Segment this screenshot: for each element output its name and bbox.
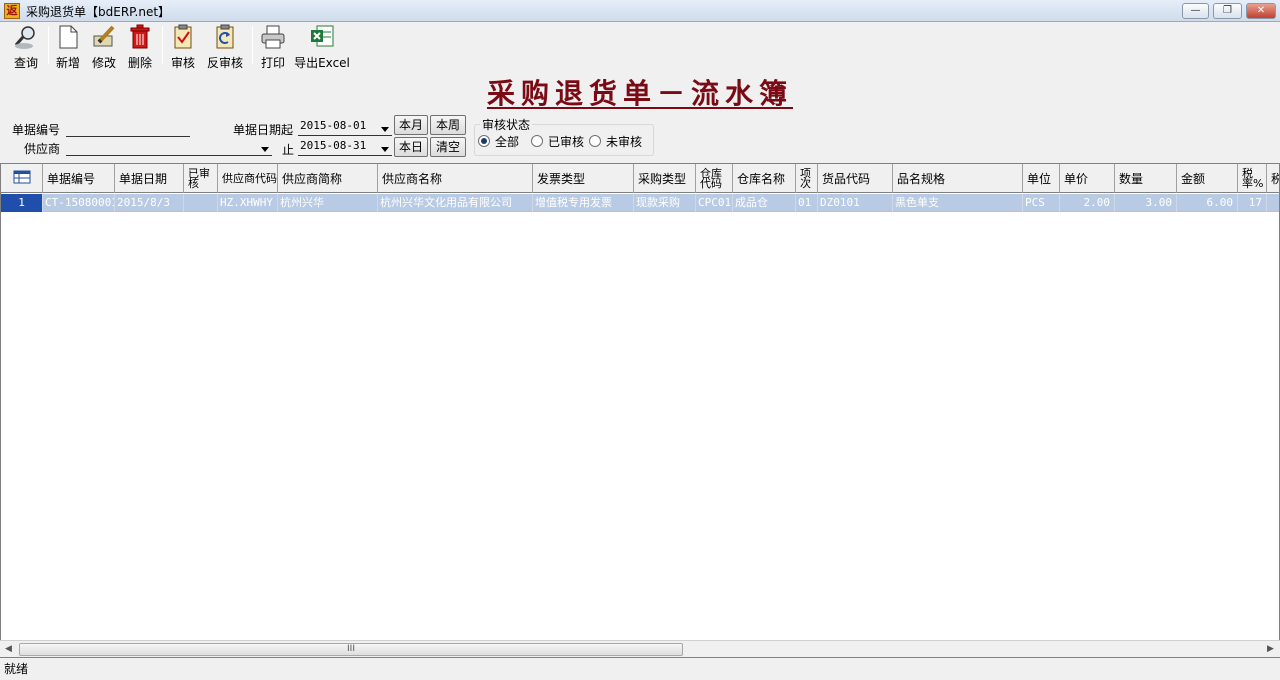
col-supplier-short[interactable]: 供应商简称 (278, 164, 378, 193)
chevron-down-icon[interactable] (261, 147, 269, 152)
col-item-spec[interactable]: 品名规格 (893, 164, 1023, 193)
audit-status-label: 审核状态 (480, 116, 533, 133)
col-supplier-name[interactable]: 供应商名称 (378, 164, 533, 193)
status-text: 就绪 (4, 662, 29, 676)
date-to-label: 止 (282, 143, 295, 157)
cell-supplier-short: 杭州兴华 (278, 194, 378, 212)
cell-amount: 6.00 (1177, 194, 1238, 212)
grid-header: 单据编号 单据日期 已审核 供应商代码 供应商简称 供应商名称 发票类型 采购类… (1, 164, 1279, 193)
toolbar-separator (252, 26, 253, 64)
search-icon (13, 24, 39, 50)
window-titlebar: 返 采购退货单【bdERP.net】 — ❐ ✕ (0, 0, 1280, 22)
cell-qty: 3.00 (1115, 194, 1177, 212)
cell-audited (184, 194, 218, 212)
grid-icon (13, 170, 31, 187)
col-audited[interactable]: 已审核 (184, 164, 218, 193)
radio-unaudited-label[interactable]: 未审核 (606, 133, 642, 150)
date-from-field[interactable]: 2015-08-01 (298, 118, 392, 136)
col-unit[interactable]: 单位 (1023, 164, 1060, 193)
trash-icon (127, 24, 153, 50)
scroll-right-icon[interactable]: ▶ (1267, 644, 1274, 654)
minimize-button[interactable]: — (1182, 3, 1209, 19)
delete-button[interactable]: 删除 (125, 24, 155, 70)
cell-line-no: 01 (796, 194, 818, 212)
new-button[interactable]: 新增 (53, 24, 83, 70)
doc-no-input[interactable] (66, 121, 190, 137)
horizontal-scrollbar[interactable]: ◀ III ▶ (0, 640, 1280, 657)
query-button[interactable]: 查询 (8, 24, 44, 70)
radio-unaudited[interactable] (589, 135, 601, 147)
this-month-button[interactable]: 本月 (394, 115, 428, 135)
cell-purchase-type: 现款采购 (634, 194, 696, 212)
scroll-thumb[interactable]: III (19, 643, 683, 656)
cell-invoice-type: 增值税专用发票 (533, 194, 634, 212)
edit-button[interactable]: 修改 (89, 24, 119, 70)
unaudit-clipboard-icon (212, 24, 238, 50)
supplier-select[interactable] (66, 140, 272, 156)
audit-button[interactable]: 审核 (168, 24, 198, 70)
cell-doc-date: 2015/8/3 (115, 194, 184, 212)
col-invoice-type[interactable]: 发票类型 (533, 164, 634, 193)
toolbar: 查询 新增 修改 删除 审核 反审核 打印 导出Excel (0, 22, 1280, 70)
radio-audited-label[interactable]: 已审核 (548, 133, 584, 150)
col-warehouse-code[interactable]: 仓库代码 (696, 164, 733, 193)
col-tax-rate[interactable]: 税率% (1238, 164, 1267, 193)
row-index: 1 (1, 194, 43, 212)
toolbar-separator (48, 26, 49, 64)
cell-item-code: DZ0101 (818, 194, 893, 212)
cell-price: 2.00 (1060, 194, 1115, 212)
edit-icon (91, 24, 117, 50)
chevron-down-icon[interactable] (381, 147, 389, 152)
chevron-down-icon[interactable] (381, 127, 389, 132)
clear-button[interactable]: 清空 (430, 137, 466, 157)
col-tax[interactable]: 税 (1267, 164, 1279, 193)
status-bar: 就绪 (0, 658, 1280, 680)
cell-supplier-code: HZ.XHWHY (218, 194, 278, 212)
table-row[interactable]: 1 CT-15080001 2015/8/3 HZ.XHWHY 杭州兴华 杭州兴… (1, 194, 1279, 212)
excel-icon (309, 24, 335, 50)
col-amount[interactable]: 金额 (1177, 164, 1238, 193)
col-line-no[interactable]: 项次 (796, 164, 818, 193)
cell-supplier-name: 杭州兴华文化用品有限公司 (378, 194, 533, 212)
audit-clipboard-icon (170, 24, 196, 50)
col-qty[interactable]: 数量 (1115, 164, 1177, 193)
cell-warehouse-code: CPC01 (696, 194, 733, 212)
radio-all[interactable] (478, 135, 490, 147)
supplier-label: 供应商 (24, 142, 61, 156)
app-icon: 返 (4, 3, 20, 19)
unaudit-button[interactable]: 反审核 (205, 24, 245, 70)
cell-warehouse-name: 成品仓 (733, 194, 796, 212)
cell-item-spec: 黑色单支 (893, 194, 1023, 212)
this-week-button[interactable]: 本周 (430, 115, 466, 135)
cell-doc-no: CT-15080001 (43, 194, 115, 212)
export-excel-button[interactable]: 导出Excel (294, 24, 350, 70)
col-item-code[interactable]: 货品代码 (818, 164, 893, 193)
col-price[interactable]: 单价 (1060, 164, 1115, 193)
toolbar-separator (162, 26, 163, 64)
scroll-left-icon[interactable]: ◀ (5, 644, 12, 654)
col-doc-date[interactable]: 单据日期 (115, 164, 184, 193)
radio-audited[interactable] (531, 135, 543, 147)
col-doc-no[interactable]: 单据编号 (43, 164, 115, 193)
today-button[interactable]: 本日 (394, 137, 428, 157)
doc-no-label: 单据编号 (12, 123, 61, 137)
printer-icon (260, 24, 286, 50)
date-to-field[interactable]: 2015-08-31 (298, 138, 392, 156)
maximize-button[interactable]: ❐ (1213, 3, 1242, 19)
cell-tax-rate: 17 (1238, 194, 1267, 212)
new-document-icon (55, 24, 81, 50)
col-warehouse-name[interactable]: 仓库名称 (733, 164, 796, 193)
window-title: 采购退货单【bdERP.net】 (26, 5, 171, 19)
page-title: 采购退货单－流水簿 (486, 77, 793, 110)
col-supplier-code[interactable]: 供应商代码 (218, 164, 278, 193)
print-button[interactable]: 打印 (258, 24, 288, 70)
close-button[interactable]: ✕ (1246, 3, 1276, 19)
data-grid[interactable]: 单据编号 单据日期 已审核 供应商代码 供应商简称 供应商名称 发票类型 采购类… (0, 163, 1280, 658)
col-purchase-type[interactable]: 采购类型 (634, 164, 696, 193)
date-from-label: 单据日期起 (233, 123, 294, 137)
cell-unit: PCS (1023, 194, 1060, 212)
radio-all-label[interactable]: 全部 (495, 133, 519, 150)
grid-corner[interactable] (1, 164, 43, 193)
